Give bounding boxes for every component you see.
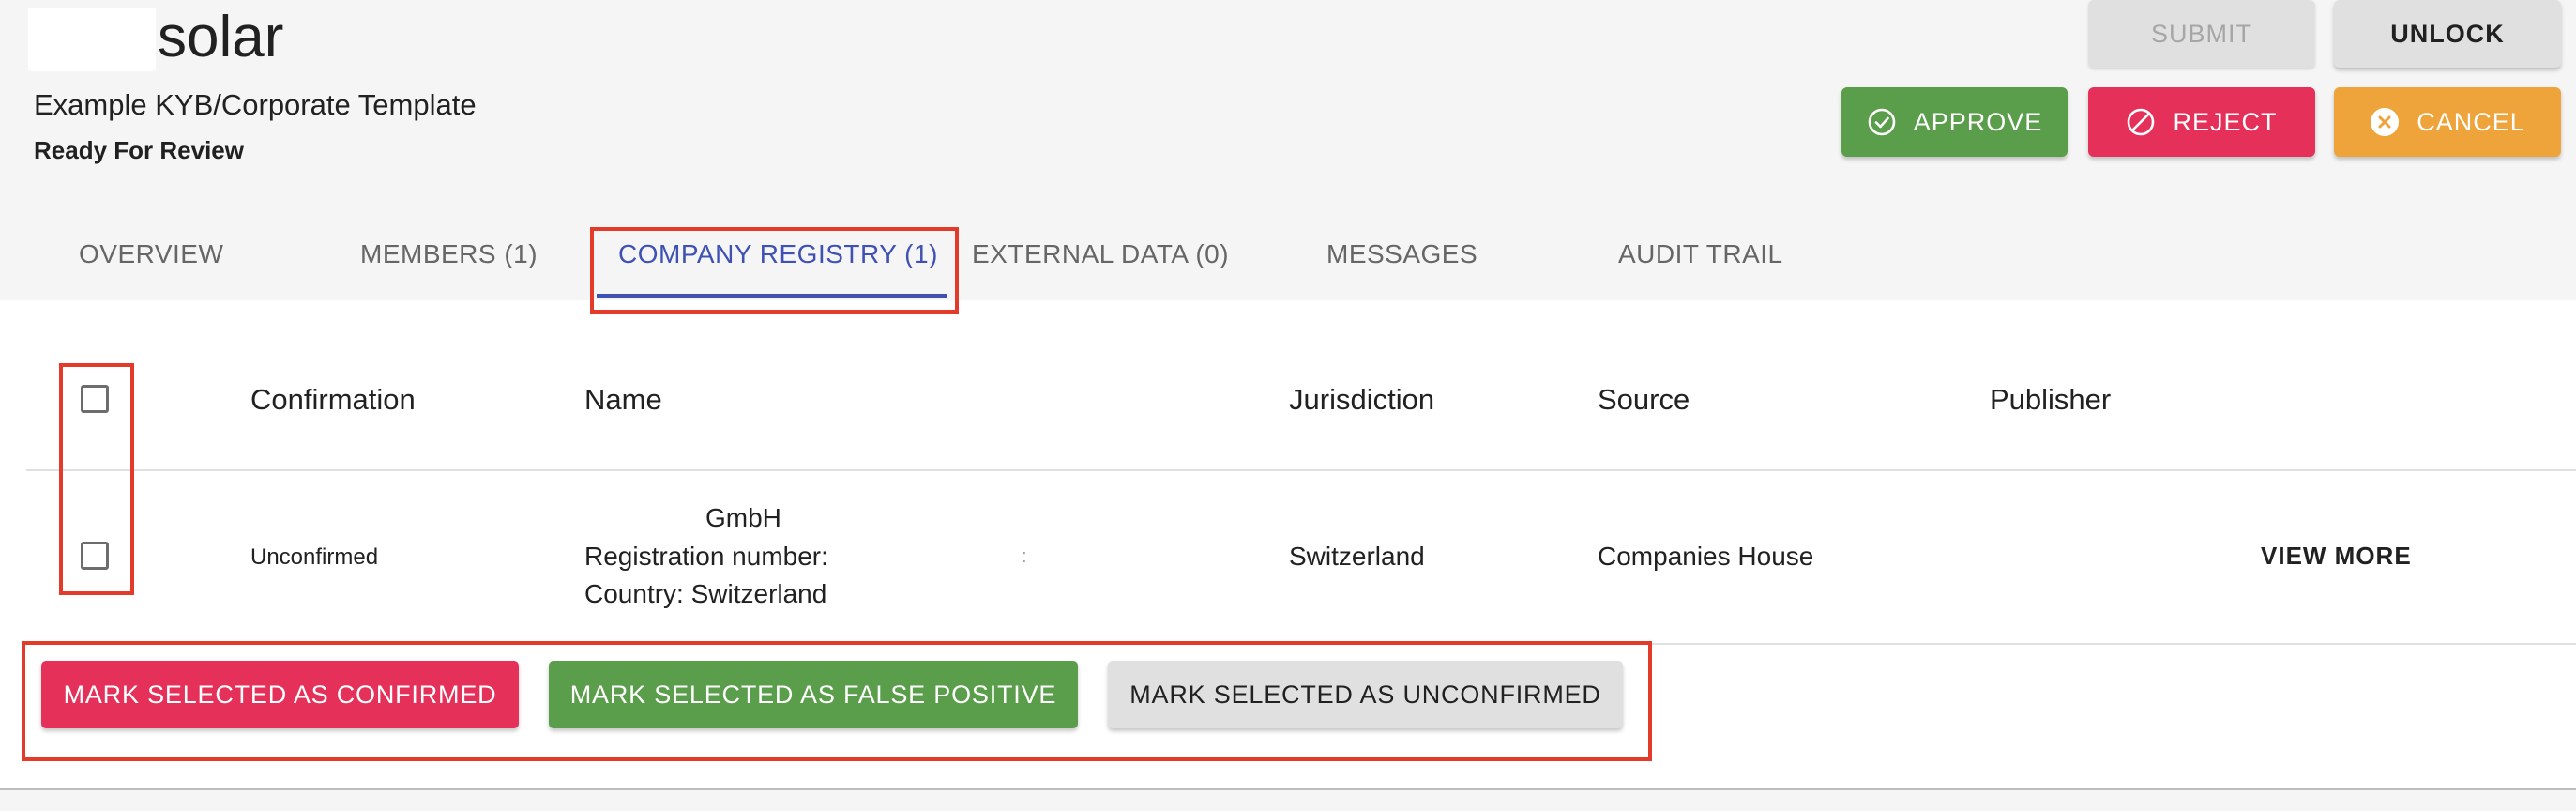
column-header-name: Name [584,383,662,416]
approve-button[interactable]: APPROVE [1841,87,2068,157]
panel-bottom-border [0,788,2576,790]
tab-messages[interactable]: MESSAGES [1326,231,1477,278]
column-header-source: Source [1598,383,1690,416]
unlock-button[interactable]: UNLOCK [2334,0,2561,68]
reject-label: REJECT [2173,107,2278,136]
tab-overview[interactable]: OVERVIEW [79,231,223,278]
annotation-box-checkboxes [59,363,134,595]
annotation-box-tab [590,227,959,314]
tab-audit-trail[interactable]: AUDIT TRAIL [1618,231,1783,278]
view-more-link[interactable]: VIEW MORE [2261,537,2412,574]
redacted-registration-value: : [1022,546,1027,567]
company-country: Country: Switzerland [584,579,827,608]
column-header-publisher: Publisher [1990,383,2112,416]
header-divider [26,469,2576,471]
template-name: Example KYB/Corporate Template [34,88,477,121]
check-circle-icon [1868,108,1896,136]
submit-label: SUBMIT [2150,19,2252,48]
block-icon [2128,108,2155,136]
source-value: Companies House [1598,542,1814,571]
confirmation-status: Unconfirmed [250,544,379,570]
unlock-label: UNLOCK [2390,19,2505,48]
submit-button[interactable]: SUBMIT [2088,0,2315,68]
approve-label: APPROVE [1913,107,2043,136]
company-name: GmbH [705,503,781,532]
status-text: Ready For Review [34,136,244,164]
cancel-circle-icon [2371,108,2400,136]
tab-external-data[interactable]: EXTERNAL DATA (0) [972,231,1229,278]
cancel-label: CANCEL [2417,107,2525,136]
logo-redaction [28,8,156,71]
column-header-confirmation: Confirmation [250,383,416,416]
cancel-button[interactable]: CANCEL [2334,87,2561,157]
reject-button[interactable]: REJECT [2088,87,2315,157]
tab-members[interactable]: MEMBERS (1) [360,231,538,278]
brand-name: solar [158,5,284,69]
jurisdiction-value: Switzerland [1289,542,1425,571]
column-header-jurisdiction: Jurisdiction [1289,383,1435,416]
annotation-box-bulk-actions [22,641,1652,761]
registration-number: Registration number: [584,542,828,571]
